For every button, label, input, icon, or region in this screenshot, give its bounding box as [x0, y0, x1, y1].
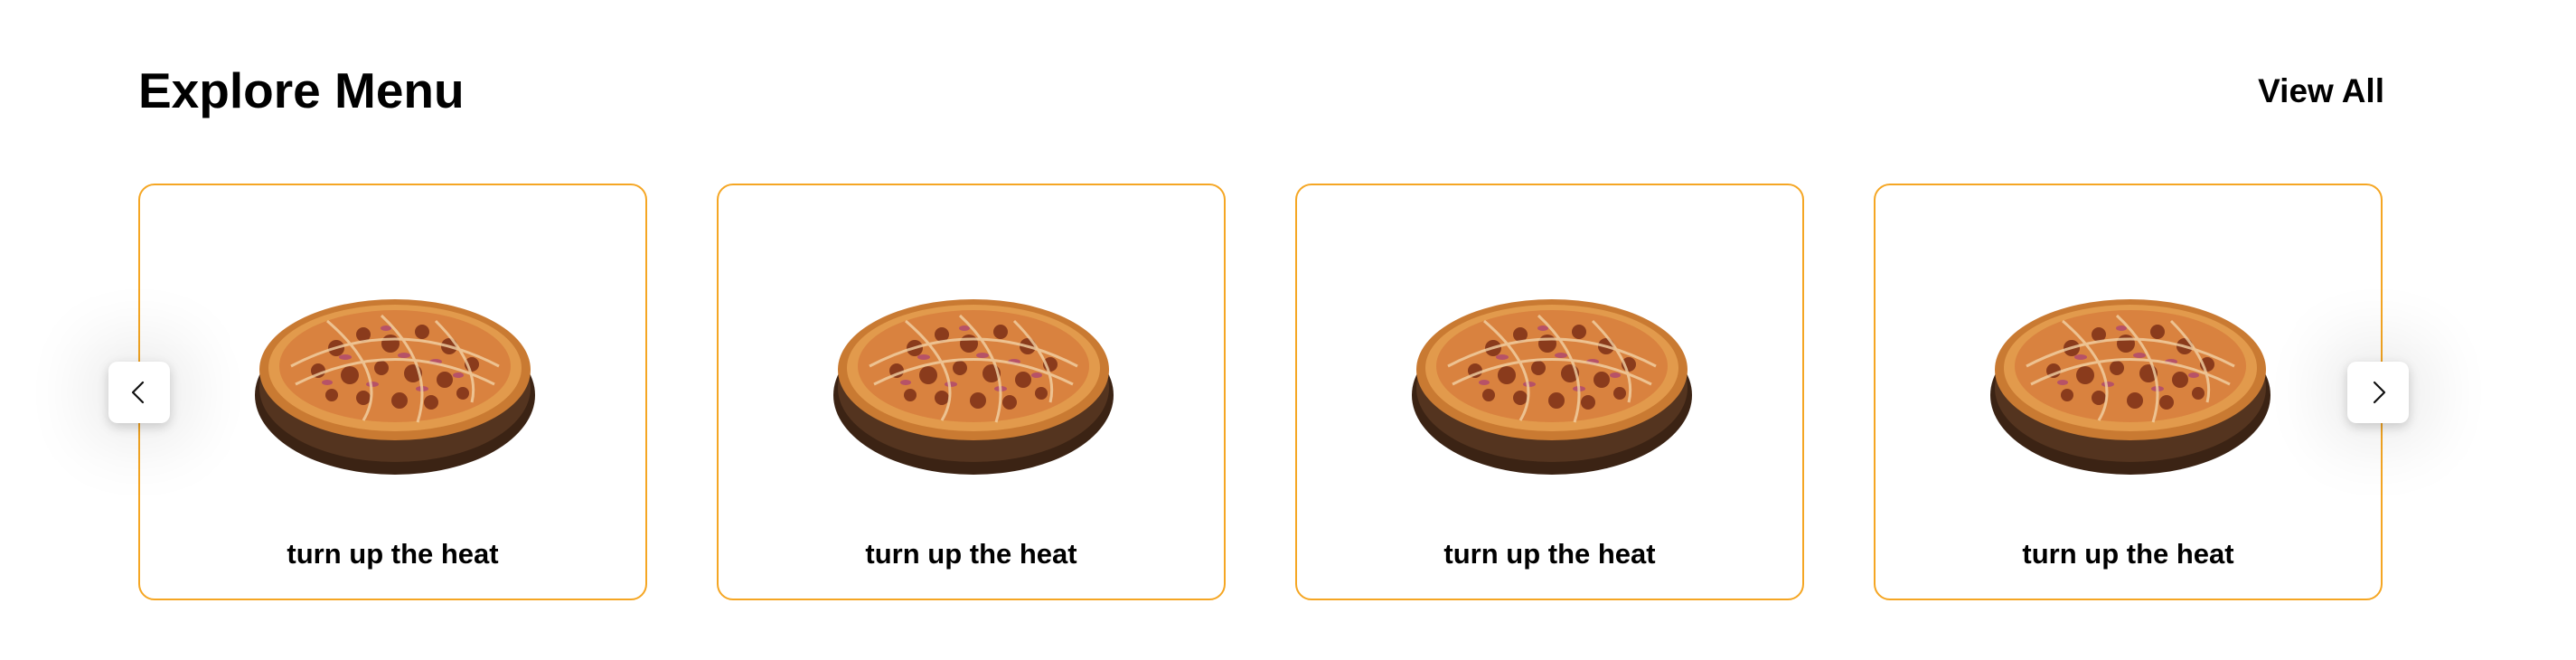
- menu-carousel: turn up the heat turn up the heat turn u…: [138, 184, 2384, 602]
- pizza-image: [1990, 294, 2270, 475]
- menu-card[interactable]: turn up the heat: [138, 184, 647, 600]
- carousel-prev-button[interactable]: [108, 362, 170, 423]
- menu-card-label: turn up the heat: [287, 538, 499, 570]
- chevron-right-icon: [2373, 381, 2386, 404]
- chevron-left-icon: [131, 381, 145, 404]
- view-all-link[interactable]: View All: [2258, 74, 2384, 108]
- menu-card[interactable]: turn up the heat: [1874, 184, 2383, 600]
- menu-card-label: turn up the heat: [865, 538, 1077, 570]
- menu-card[interactable]: turn up the heat: [717, 184, 1226, 600]
- carousel-next-button[interactable]: [2347, 362, 2409, 423]
- menu-card-label: turn up the heat: [2022, 538, 2234, 570]
- pizza-image: [833, 294, 1114, 475]
- pizza-image: [255, 294, 535, 475]
- section-header: Explore Menu View All: [138, 56, 2384, 125]
- menu-card[interactable]: turn up the heat: [1295, 184, 1804, 600]
- menu-card-label: turn up the heat: [1443, 538, 1656, 570]
- section-title: Explore Menu: [138, 61, 465, 118]
- pizza-image: [1412, 294, 1692, 475]
